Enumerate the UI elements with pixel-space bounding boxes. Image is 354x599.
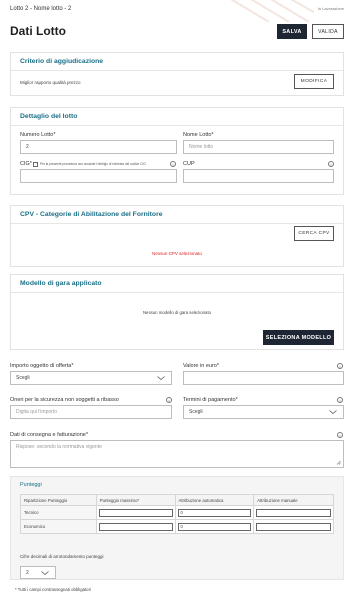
nome-lotto-label: Nome Lotto* — [183, 132, 214, 138]
cig-field[interactable] — [20, 169, 177, 183]
importo-value: Scegli — [16, 375, 30, 381]
modello-panel: Modello di gara applicato Nessun modello… — [10, 274, 344, 350]
row-name: Economico — [20, 519, 97, 534]
punteggio-massimo-input[interactable] — [98, 508, 173, 517]
consegna-info-icon[interactable]: i — [337, 432, 343, 438]
row-name: Tecnico — [20, 505, 97, 520]
chevron-down-icon — [41, 571, 49, 576]
punteggi-table: Ripartizione Punteggio Punteggio massimo… — [20, 494, 334, 534]
valore-field[interactable] — [183, 371, 344, 385]
criterio-heading: Criterio di aggiudicazione — [11, 53, 343, 71]
numero-lotto-label: Numero Lotto* — [20, 132, 56, 138]
oneri-field[interactable]: Digita qui l'importo — [10, 405, 172, 419]
cig-checkbox-label: Per la presente procedura non sussiste l… — [40, 162, 146, 166]
modello-heading: Modello di gara applicato — [11, 275, 343, 293]
valore-label: Valore in euro* — [183, 363, 219, 369]
breadcrumb: Lotto 2 - Nome lotto - 2 — [10, 6, 72, 12]
termini-info-icon[interactable]: i — [337, 397, 343, 403]
termini-value: Scegli — [189, 409, 203, 415]
select-model-button[interactable]: SELEZIONA MODELLO — [263, 330, 334, 345]
cpv-panel: CPV - Categorie di Abilitazione del Forn… — [10, 205, 344, 267]
cpv-empty-message: Nessun CPV selezionato — [152, 251, 202, 256]
dettaglio-heading: Dettaglio del lotto — [11, 108, 343, 126]
chevron-down-icon — [157, 376, 165, 381]
top-bar: Lotto 2 - Nome lotto - 2 In Lavorazione — [0, 0, 354, 22]
save-button[interactable]: SALVA — [277, 24, 307, 39]
modello-empty-message: Nessun modello di gara selezionato — [142, 310, 212, 315]
importo-label: Importo oggetto di offerta* — [10, 363, 74, 369]
cig-checkbox[interactable] — [33, 162, 38, 167]
punteggi-heading: Punteggi — [20, 482, 42, 488]
cup-field[interactable] — [183, 169, 334, 183]
dettaglio-panel: Dettaglio del lotto Numero Lotto* 2 Nome… — [10, 107, 344, 195]
criterio-value: Miglior rapporto qualità prezzo — [20, 80, 81, 85]
criterio-panel: Criterio di aggiudicazione Miglior rappo… — [10, 52, 344, 96]
attribuzione-manuale-input[interactable] — [256, 522, 331, 531]
oneri-info-icon[interactable]: i — [166, 397, 172, 403]
required-footnote: * Tutti i campi contrassegnati obbligato… — [15, 587, 91, 592]
chevron-down-icon — [329, 410, 337, 415]
column-header: Ripartizione Punteggio — [20, 494, 97, 506]
consegna-placeholder: Rispose: secondo la normativa vigente — [16, 444, 102, 450]
decorative-lines — [230, 0, 314, 22]
status-badge: In Lavorazione — [317, 6, 344, 11]
cup-label: CUP — [183, 161, 195, 167]
table-row: Tecnico 0 — [20, 505, 334, 520]
valore-info-icon[interactable]: i — [337, 363, 343, 369]
attribuzione-automatica-input[interactable]: 0 — [177, 522, 252, 531]
decimals-value: 2 — [26, 569, 29, 576]
search-cpv-button[interactable]: CERCA CPV — [294, 226, 334, 241]
cig-label: CIG* — [20, 161, 32, 167]
attribuzione-automatica-input[interactable]: 0 — [177, 508, 252, 517]
cup-info-icon[interactable]: i — [328, 161, 334, 167]
cpv-heading: CPV - Categorie di Abilitazione del Forn… — [11, 206, 343, 224]
table-row: Economico 0 — [20, 519, 334, 534]
resize-handle-icon[interactable] — [336, 460, 341, 465]
column-header: Attribuzione automatica — [174, 494, 255, 506]
cig-info-icon[interactable]: i — [170, 161, 176, 167]
decimals-select[interactable]: 2 — [20, 566, 56, 579]
attribuzione-manuale-input[interactable] — [256, 508, 331, 517]
nome-lotto-field[interactable]: Nome lotto — [183, 140, 334, 154]
page-title: Dati Lotto — [10, 24, 66, 38]
column-header: Punteggio massimo* — [95, 494, 176, 506]
termini-label: Termini di pagamento* — [183, 397, 238, 403]
importo-select[interactable]: Scegli — [10, 371, 172, 385]
consegna-label: Dati di consegna e fatturazione* — [10, 432, 88, 438]
punteggio-massimo-input[interactable] — [98, 522, 173, 531]
column-header: Attribuzione manuale — [253, 494, 334, 506]
termini-select[interactable]: Scegli — [183, 405, 344, 419]
consegna-textarea[interactable]: Rispose: secondo la normativa vigente — [10, 440, 344, 468]
decimals-label: Cifre decimali di arrotondamento puntegg… — [20, 554, 104, 559]
modify-button[interactable]: MODIFICA — [294, 74, 334, 89]
oneri-label: Oneri per la sicurezza non soggetti a ri… — [10, 397, 119, 403]
validate-button[interactable]: VALIDA — [312, 24, 344, 39]
numero-lotto-field[interactable]: 2 — [20, 140, 177, 154]
